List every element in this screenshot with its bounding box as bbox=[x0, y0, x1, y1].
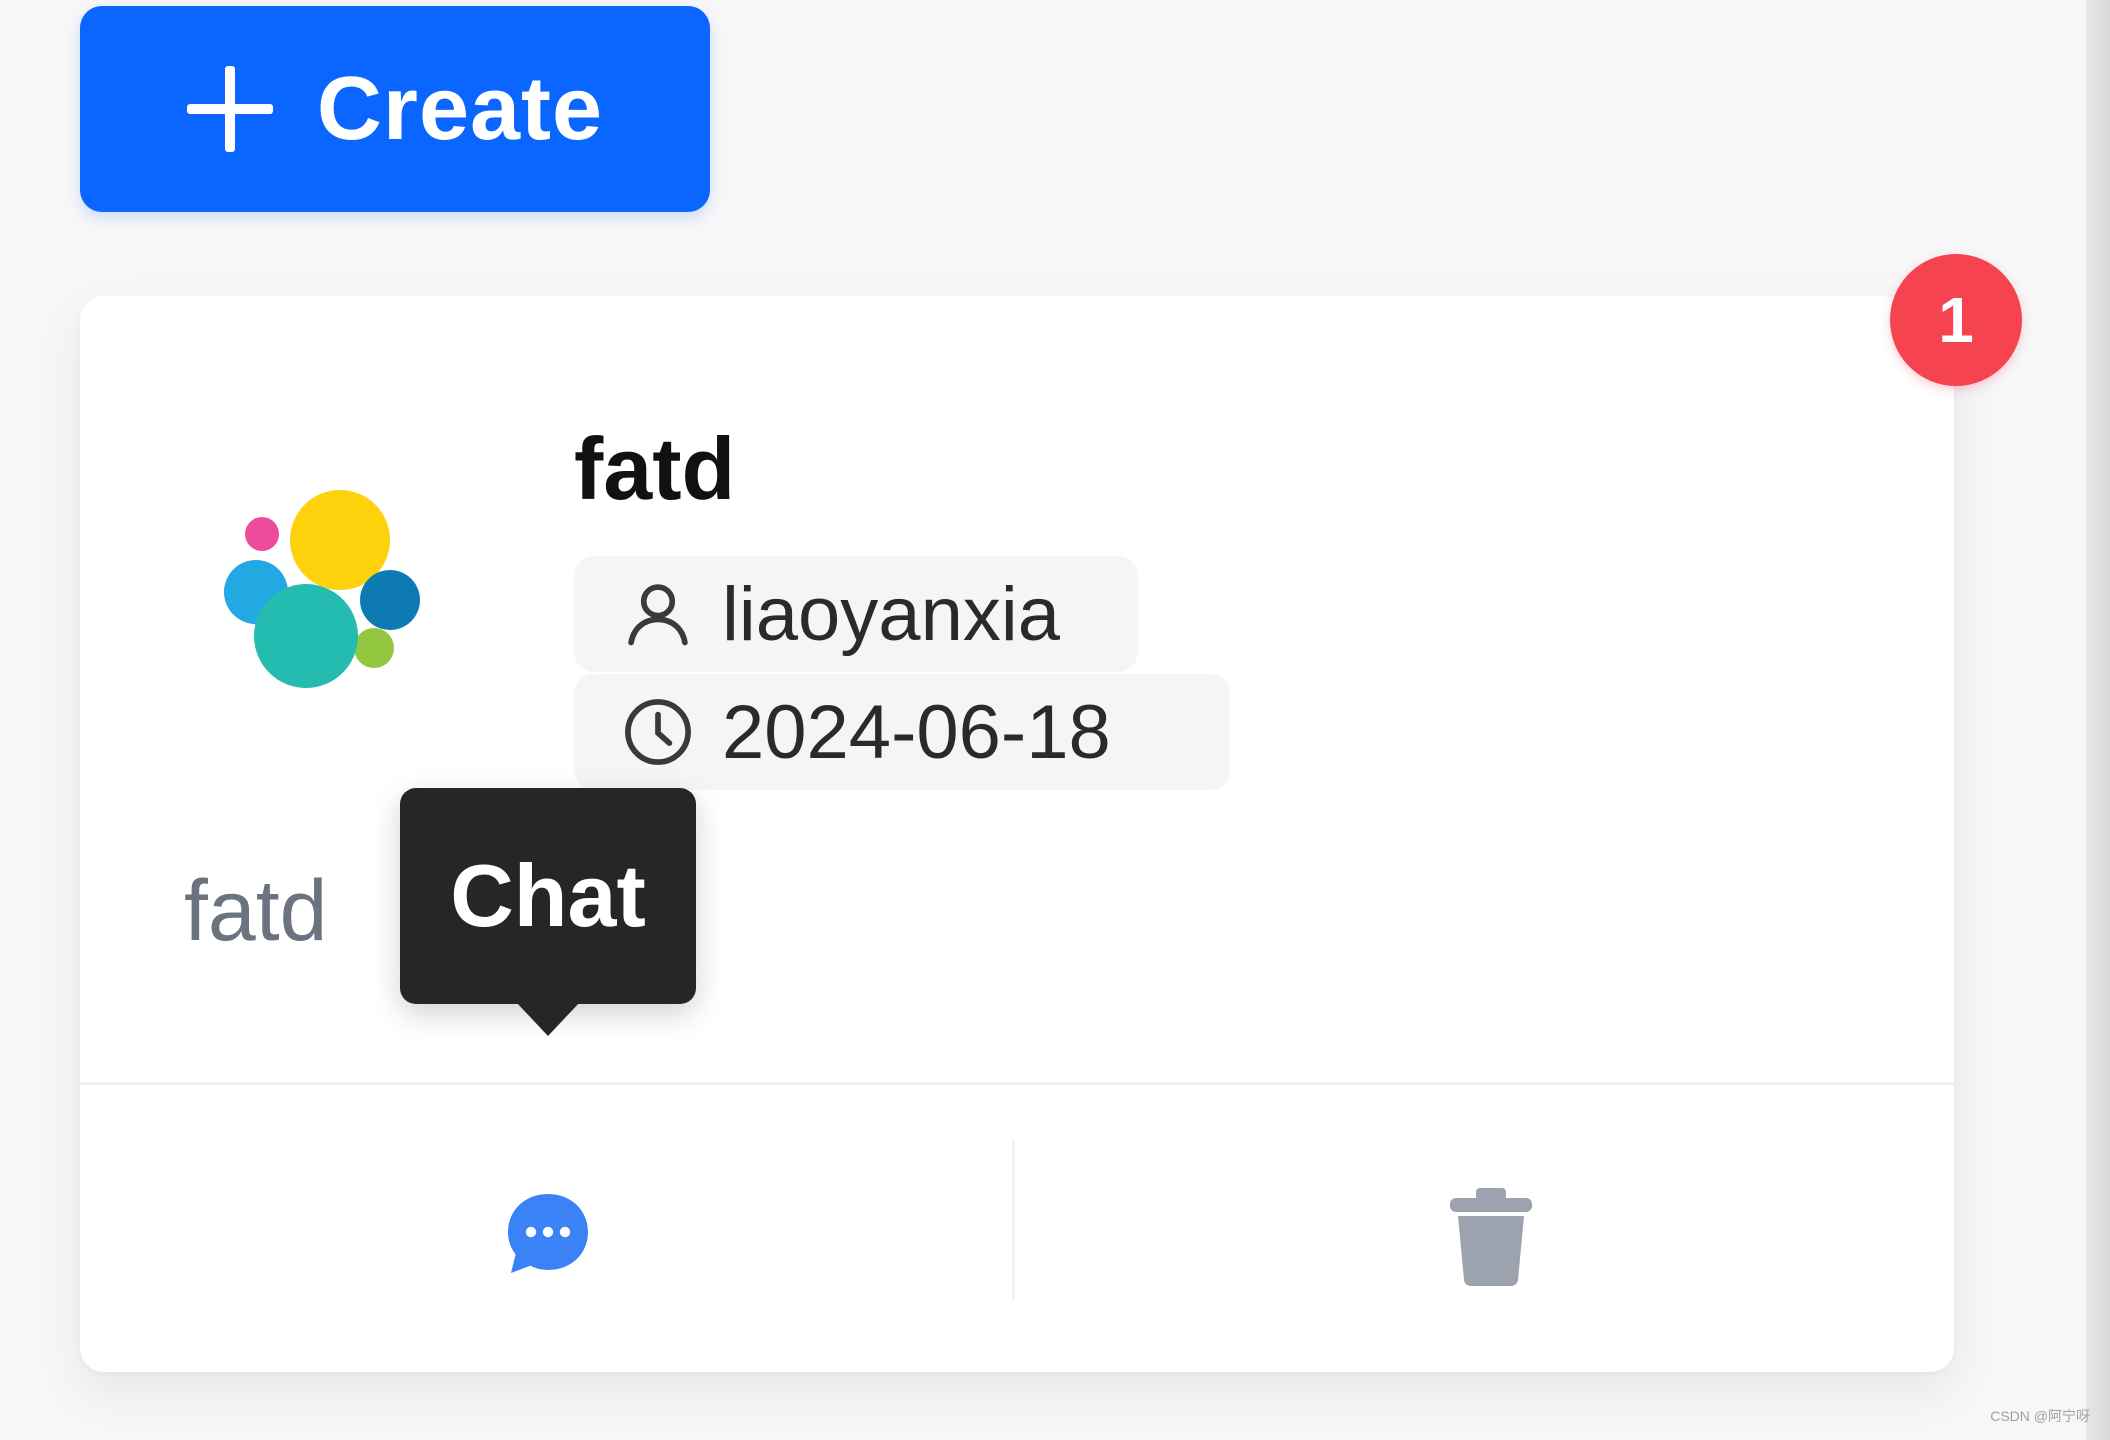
date-chip: 2024-06-18 bbox=[574, 674, 1230, 790]
created-date: 2024-06-18 bbox=[722, 689, 1111, 775]
user-icon bbox=[628, 584, 688, 646]
plus-icon bbox=[186, 66, 273, 152]
create-button-label: Create bbox=[316, 58, 604, 159]
app-card[interactable] bbox=[80, 296, 1954, 1372]
clock-icon bbox=[625, 699, 691, 765]
owner-chip: liaoyanxia bbox=[574, 556, 1138, 672]
notification-badge: 1 bbox=[1890, 254, 2022, 386]
elastic-logo bbox=[224, 490, 420, 688]
window-edge bbox=[2086, 0, 2110, 1440]
owner-name: liaoyanxia bbox=[722, 571, 1060, 657]
watermark: CSDN @阿宁呀 bbox=[1990, 1408, 2090, 1424]
create-button[interactable]: Create bbox=[80, 6, 710, 212]
chat-tooltip: Chat bbox=[400, 788, 696, 1004]
card-description: fatd bbox=[184, 863, 328, 959]
action-divider bbox=[1012, 1140, 1015, 1300]
chat-icon[interactable] bbox=[500, 1186, 596, 1282]
page: Create 1 fatd liaoyanxia 2024-06-18 fatd bbox=[0, 0, 2110, 1440]
card-title: fatd bbox=[574, 419, 736, 518]
card-divider bbox=[80, 1082, 1954, 1085]
tooltip-arrow bbox=[516, 1002, 580, 1036]
trash-icon[interactable] bbox=[1446, 1186, 1536, 1286]
